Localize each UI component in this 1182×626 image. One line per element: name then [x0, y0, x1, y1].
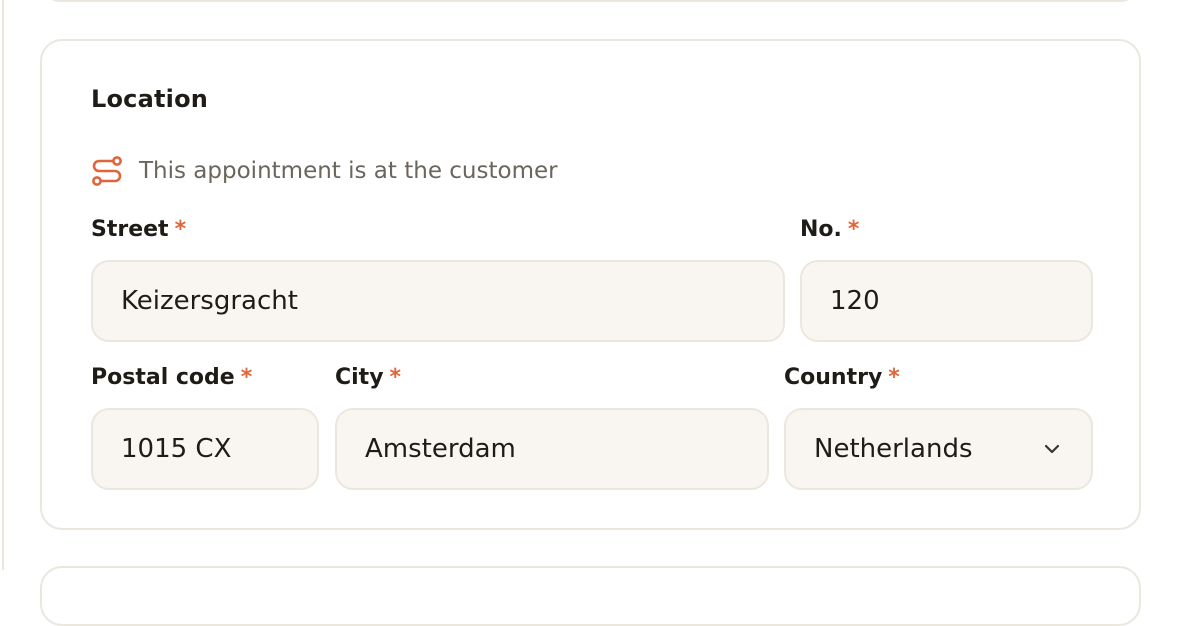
- number-field[interactable]: [800, 260, 1093, 342]
- required-asterisk: *: [389, 365, 402, 390]
- city-field[interactable]: [335, 408, 769, 490]
- street-input[interactable]: [121, 286, 783, 316]
- location-card: Location This appointment is at the cust…: [40, 39, 1141, 530]
- notice-text: This appointment is at the customer: [139, 158, 558, 184]
- postal-code-field[interactable]: [91, 408, 319, 490]
- required-asterisk: *: [888, 365, 900, 390]
- country-label: Country *: [784, 365, 900, 390]
- section-title: Location: [91, 85, 209, 113]
- city-input[interactable]: [365, 434, 767, 464]
- country-select[interactable]: Netherlands: [784, 408, 1093, 490]
- required-asterisk: *: [174, 217, 187, 242]
- previous-section-card: [40, 0, 1141, 2]
- chevron-down-icon: [1041, 438, 1063, 460]
- street-label: Street *: [91, 217, 187, 242]
- postal-code-label: Postal code *: [91, 365, 253, 390]
- country-select-value: Netherlands: [814, 434, 973, 464]
- required-asterisk: *: [847, 217, 860, 242]
- page-edge-divider: [0, 0, 4, 570]
- postal-code-input[interactable]: [121, 434, 317, 464]
- next-section-card: [40, 566, 1141, 626]
- street-field[interactable]: [91, 260, 785, 342]
- location-notice: This appointment is at the customer: [91, 153, 558, 189]
- number-input[interactable]: [830, 286, 1091, 316]
- city-label: City *: [335, 365, 402, 390]
- required-asterisk: *: [240, 365, 253, 390]
- number-label: No. *: [800, 217, 860, 242]
- route-icon: [91, 155, 123, 187]
